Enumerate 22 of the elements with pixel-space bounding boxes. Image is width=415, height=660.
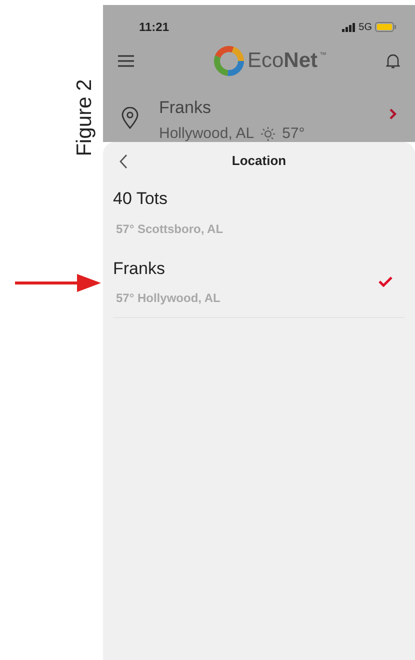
chevron-right-icon[interactable] [389, 108, 397, 120]
bell-icon[interactable] [386, 53, 400, 69]
network-label: 5G [358, 20, 372, 34]
location-detail: 57° Hollywood, AL [116, 290, 220, 307]
status-time: 11:21 [139, 19, 170, 36]
location-pin-icon [121, 107, 139, 129]
location-item[interactable]: 40 Tots 57° Scottsboro, AL [113, 178, 405, 248]
logo-icon [213, 45, 246, 77]
location-name: Franks [113, 258, 166, 280]
location-city: Hollywood, AL [159, 124, 254, 142]
sheet-title: Location [232, 152, 286, 170]
signal-icon [342, 22, 356, 32]
location-name: Franks [159, 97, 212, 119]
figure-caption: Figure 2 [72, 79, 98, 157]
location-temperature: 57° [282, 124, 305, 142]
location-name: 40 Tots [113, 188, 169, 210]
back-icon[interactable] [119, 154, 128, 169]
checkmark-icon [378, 276, 393, 287]
battery-icon [375, 22, 397, 32]
menu-icon[interactable] [118, 55, 134, 67]
brand-name: EcoNet [247, 48, 318, 74]
location-detail: 57° Scottsboro, AL [116, 220, 224, 238]
